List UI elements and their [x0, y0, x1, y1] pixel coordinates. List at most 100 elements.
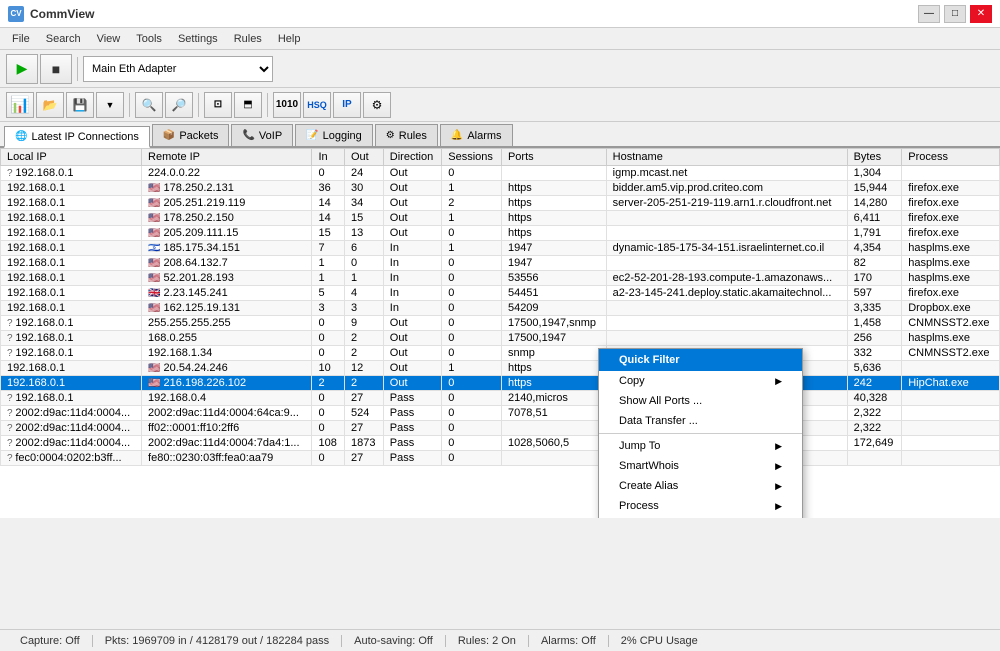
filter2-btn[interactable]: 🔎: [165, 92, 193, 118]
table-row[interactable]: 192.168.0.1🇺🇸 162.125.19.13133In0542093,…: [1, 301, 1000, 316]
menu-tools[interactable]: Tools: [128, 31, 170, 47]
table-cell: [501, 451, 606, 466]
minimize-button[interactable]: —: [918, 5, 940, 23]
ctx-process[interactable]: Process ▶: [599, 496, 802, 516]
table-cell: 1,458: [847, 316, 902, 331]
tab-packets-label: Packets: [179, 130, 218, 142]
col-remote-ip[interactable]: Remote IP: [142, 149, 312, 166]
tab-latest-ip[interactable]: 🌐 Latest IP Connections: [4, 126, 150, 148]
table-cell: [902, 391, 1000, 406]
col-direction[interactable]: Direction: [383, 149, 441, 166]
save-drop-btn[interactable]: ▼: [96, 92, 124, 118]
table-row[interactable]: ? fec0:0004:0202:b3ff... fe80::0230:03ff…: [1, 451, 1000, 466]
table-cell: 256: [847, 331, 902, 346]
table-row[interactable]: 192.168.0.1🇺🇸 205.251.219.1191434Out2htt…: [1, 196, 1000, 211]
packet-btn[interactable]: ⊡: [204, 92, 232, 118]
save-btn[interactable]: 💾: [66, 92, 94, 118]
col-hostname[interactable]: Hostname: [606, 149, 847, 166]
col-ports[interactable]: Ports: [501, 149, 606, 166]
table-row[interactable]: 192.168.0.1🇺🇸 20.54.24.2461012Out1https5…: [1, 361, 1000, 376]
play-button[interactable]: ▶: [6, 54, 38, 84]
tab-rules[interactable]: ⚙ Rules: [375, 124, 438, 146]
table-cell: HipChat.exe: [902, 376, 1000, 391]
stop-button[interactable]: ■: [40, 54, 72, 84]
ctx-create-alias[interactable]: Create Alias ▶: [599, 476, 802, 496]
menu-settings[interactable]: Settings: [170, 31, 226, 47]
col-in[interactable]: In: [312, 149, 344, 166]
tab-logging[interactable]: 📝 Logging: [295, 124, 373, 146]
ip-btn[interactable]: IP: [333, 92, 361, 118]
table-cell: [902, 361, 1000, 376]
filter-btn[interactable]: 🔍: [135, 92, 163, 118]
table-cell: 24: [344, 166, 383, 181]
table-row[interactable]: ? 192.168.0.1 192.168.0.4027Pass02140,mi…: [1, 391, 1000, 406]
settings-icon-btn[interactable]: ⚙: [363, 92, 391, 118]
col-process[interactable]: Process: [902, 149, 1000, 166]
ctx-process-label: Process: [619, 500, 659, 512]
table-cell: 192.168.0.1: [1, 376, 142, 391]
table-row[interactable]: ? 192.168.0.1 168.0.25502Out017500,19472…: [1, 331, 1000, 346]
tab-alarms[interactable]: 🔔 Alarms: [440, 124, 513, 146]
decode-btn[interactable]: 1010: [273, 92, 301, 118]
ctx-show-ports[interactable]: Show All Ports ...: [599, 391, 802, 411]
table-row[interactable]: 192.168.0.1🇺🇸 205.209.111.151513Out0http…: [1, 226, 1000, 241]
table-row[interactable]: 192.168.0.1🇮🇱 185.175.34.15176In11947dyn…: [1, 241, 1000, 256]
context-menu: Quick Filter Copy ▶ Show All Ports ... D…: [598, 348, 803, 518]
table-row[interactable]: 192.168.0.1🇺🇸 216.198.226.10222Out0https…: [1, 376, 1000, 391]
col-out[interactable]: Out: [344, 149, 383, 166]
tab-voip[interactable]: 📞 VoIP: [231, 124, 293, 146]
tab-logging-label: Logging: [323, 130, 362, 142]
table-cell: 1947: [501, 241, 606, 256]
table-row[interactable]: ? 2002:d9ac:11d4:0004... ff02::0001:ff10…: [1, 421, 1000, 436]
table-cell: 192.168.0.1: [1, 256, 142, 271]
close-button[interactable]: ✕: [970, 5, 992, 23]
table-row[interactable]: ? 192.168.0.1 255.255.255.25509Out017500…: [1, 316, 1000, 331]
table-row[interactable]: ? 192.168.0.1 192.168.1.3402Out0snmp332C…: [1, 346, 1000, 361]
ctx-smartwhois[interactable]: SmartWhois ▶: [599, 456, 802, 476]
menu-help[interactable]: Help: [270, 31, 309, 47]
maximize-button[interactable]: □: [944, 5, 966, 23]
ctx-data-transfer[interactable]: Data Transfer ...: [599, 411, 802, 431]
table-row[interactable]: 192.168.0.1🇬🇧 2.23.145.24154In054451a2-2…: [1, 286, 1000, 301]
table-row[interactable]: 192.168.0.1🇺🇸 178.250.2.1501415Out1https…: [1, 211, 1000, 226]
table-scroll[interactable]: Local IP Remote IP In Out Direction Sess…: [0, 148, 1000, 518]
tab-packets[interactable]: 📦 Packets: [152, 124, 230, 146]
menu-file[interactable]: File: [4, 31, 38, 47]
col-local-ip[interactable]: Local IP: [1, 149, 142, 166]
adapter-select[interactable]: Main Eth Adapter: [83, 56, 273, 82]
ctx-copy[interactable]: Copy ▶: [599, 371, 802, 391]
ctx-copy-arrow: ▶: [775, 376, 782, 387]
status-alarms: Alarms: Off: [529, 635, 609, 647]
table-cell: 34: [344, 196, 383, 211]
table-row[interactable]: 192.168.0.1🇺🇸 52.201.28.19311In053556ec2…: [1, 271, 1000, 286]
table-cell: [606, 211, 847, 226]
col-bytes[interactable]: Bytes: [847, 149, 902, 166]
menu-search[interactable]: Search: [38, 31, 89, 47]
table-cell: [501, 421, 606, 436]
table-cell: 15: [344, 211, 383, 226]
ctx-jump-to[interactable]: Jump To ▶: [599, 436, 802, 456]
ctx-smartwhois-arrow: ▶: [775, 461, 782, 472]
table-row[interactable]: ? 192.168.0.1 224.0.0.22024Out0igmp.mcas…: [1, 166, 1000, 181]
ctx-create-alias-label: Create Alias: [619, 480, 678, 492]
table-cell: 0: [442, 391, 502, 406]
table-cell: 0: [344, 256, 383, 271]
table-row[interactable]: ? 2002:d9ac:11d4:0004... 2002:d9ac:11d4:…: [1, 436, 1000, 451]
table-row[interactable]: 192.168.0.1🇺🇸 178.250.2.1313630Out1https…: [1, 181, 1000, 196]
table-cell: 6,411: [847, 211, 902, 226]
table-cell: Pass: [383, 421, 441, 436]
menu-rules[interactable]: Rules: [226, 31, 270, 47]
table-cell: 0: [442, 301, 502, 316]
table-row[interactable]: 192.168.0.1🇺🇸 208.64.132.710In0194782has…: [1, 256, 1000, 271]
protocol-btn[interactable]: HSQ: [303, 92, 331, 118]
table-cell: 30: [344, 181, 383, 196]
table-cell: 6: [344, 241, 383, 256]
table-row[interactable]: ? 2002:d9ac:11d4:0004... 2002:d9ac:11d4:…: [1, 406, 1000, 421]
menu-view[interactable]: View: [89, 31, 129, 47]
stats-icon-btn[interactable]: 📊: [6, 92, 34, 118]
reconstruct-btn[interactable]: ⬒: [234, 92, 262, 118]
table-cell: 0: [312, 451, 344, 466]
open-btn[interactable]: 📂: [36, 92, 64, 118]
table-cell: Out: [383, 166, 441, 181]
col-sessions[interactable]: Sessions: [442, 149, 502, 166]
